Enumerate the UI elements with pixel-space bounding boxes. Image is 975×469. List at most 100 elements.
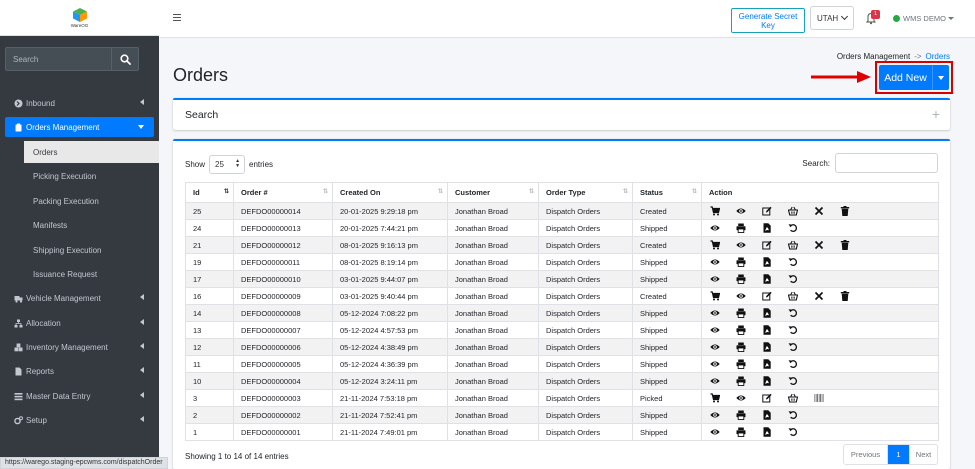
view-eye-action-button[interactable] xyxy=(703,408,729,422)
column-header-action[interactable]: Action xyxy=(701,182,939,203)
view-eye-action-button[interactable] xyxy=(728,238,754,252)
column-header-order[interactable]: Order # ⇅ xyxy=(233,182,333,203)
sidebar-item-inventory-management[interactable]: Inventory Management xyxy=(5,337,154,357)
table-search-input[interactable] xyxy=(835,153,938,173)
undo-action-button[interactable] xyxy=(780,272,806,286)
pdf-file-action-button[interactable] xyxy=(754,340,780,354)
add-new-button[interactable]: Add New xyxy=(879,65,949,90)
column-header-status[interactable]: Status ⇅ xyxy=(632,182,702,203)
view-eye-action-button[interactable] xyxy=(703,272,729,286)
basket-action-button[interactable] xyxy=(780,204,806,218)
column-header-order-type[interactable]: Order Type ⇅ xyxy=(538,182,633,203)
sidebar-item-allocation[interactable]: Allocation xyxy=(5,313,154,333)
sidebar-item-setup[interactable]: Setup xyxy=(5,410,154,430)
print-action-button[interactable] xyxy=(728,425,754,439)
pdf-file-action-button[interactable] xyxy=(754,374,780,388)
page-length-select[interactable]: 25 ▲ ▼ xyxy=(209,155,246,174)
column-header-created-on[interactable]: Created On ⇅ xyxy=(332,182,448,203)
pdf-file-action-button[interactable] xyxy=(754,323,780,337)
print-action-button[interactable] xyxy=(728,221,754,235)
sidebar-subitem-packing-execution[interactable]: Packing Execution xyxy=(24,190,159,212)
pdf-file-action-button[interactable] xyxy=(754,255,780,269)
pdf-file-action-button[interactable] xyxy=(754,221,780,235)
undo-action-button[interactable] xyxy=(780,340,806,354)
pagination-previous[interactable]: Previous xyxy=(844,445,888,464)
basket-action-button[interactable] xyxy=(780,238,806,252)
view-eye-action-button[interactable] xyxy=(728,204,754,218)
sidebar-search-input[interactable] xyxy=(5,47,111,71)
undo-action-button[interactable] xyxy=(780,306,806,320)
print-action-button[interactable] xyxy=(728,408,754,422)
pagination-page-1[interactable]: 1 xyxy=(888,445,909,464)
barcode-action-button[interactable] xyxy=(806,391,832,405)
caret-down-icon[interactable] xyxy=(938,75,944,80)
undo-action-button[interactable] xyxy=(780,221,806,235)
sidebar-item-orders-management[interactable]: Orders Management xyxy=(5,117,154,137)
edit-action-button[interactable] xyxy=(754,204,780,218)
undo-action-button[interactable] xyxy=(780,255,806,269)
undo-action-button[interactable] xyxy=(780,374,806,388)
sidebar-subitem-issuance-request[interactable]: Issuance Request xyxy=(24,263,159,285)
view-eye-action-button[interactable] xyxy=(703,323,729,337)
breadcrumb-parent[interactable]: Orders Management xyxy=(837,52,910,61)
view-eye-action-button[interactable] xyxy=(703,357,729,371)
cart-action-button[interactable] xyxy=(703,204,729,218)
breadcrumb-current[interactable]: Orders xyxy=(926,52,950,61)
undo-action-button[interactable] xyxy=(780,323,806,337)
sidebar-item-inbound[interactable]: Inbound xyxy=(5,93,154,113)
undo-action-button[interactable] xyxy=(780,357,806,371)
sidebar-subitem-manifests[interactable]: Manifests xyxy=(24,214,159,236)
edit-action-button[interactable] xyxy=(754,238,780,252)
edit-action-button[interactable] xyxy=(754,391,780,405)
pagination-next[interactable]: Next xyxy=(909,445,937,464)
column-header-customer[interactable]: Customer ⇅ xyxy=(447,182,539,203)
view-eye-action-button[interactable] xyxy=(703,255,729,269)
trash-action-button[interactable] xyxy=(832,204,858,218)
sidebar-item-vehicle-management[interactable]: Vehicle Management xyxy=(5,288,154,308)
print-action-button[interactable] xyxy=(728,255,754,269)
print-action-button[interactable] xyxy=(728,306,754,320)
cancel-x-action-button[interactable] xyxy=(806,238,832,252)
user-menu[interactable]: WMS DEMO xyxy=(893,12,954,24)
brand-logo[interactable]: WareOG xyxy=(0,0,159,36)
pdf-file-action-button[interactable] xyxy=(754,272,780,286)
trash-action-button[interactable] xyxy=(832,289,858,303)
trash-action-button[interactable] xyxy=(832,238,858,252)
sidebar-search-button[interactable] xyxy=(111,47,139,71)
view-eye-action-button[interactable] xyxy=(728,289,754,303)
hamburger-menu-icon[interactable] xyxy=(173,14,181,21)
view-eye-action-button[interactable] xyxy=(728,391,754,405)
cancel-x-action-button[interactable] xyxy=(806,204,832,218)
location-select[interactable]: UTAH xyxy=(810,6,854,30)
print-action-button[interactable] xyxy=(728,374,754,388)
column-header-id[interactable]: Id ⇅ xyxy=(185,182,234,203)
view-eye-action-button[interactable] xyxy=(703,221,729,235)
pdf-file-action-button[interactable] xyxy=(754,306,780,320)
undo-action-button[interactable] xyxy=(780,425,806,439)
pdf-file-action-button[interactable] xyxy=(754,357,780,371)
pdf-file-action-button[interactable] xyxy=(754,408,780,422)
sidebar-subitem-picking-execution[interactable]: Picking Execution xyxy=(24,165,159,187)
basket-action-button[interactable] xyxy=(780,289,806,303)
cart-action-button[interactable] xyxy=(703,289,729,303)
basket-action-button[interactable] xyxy=(780,391,806,405)
sidebar-item-master-data-entry[interactable]: Master Data Entry xyxy=(5,386,154,406)
view-eye-action-button[interactable] xyxy=(703,306,729,320)
sidebar-subitem-orders[interactable]: Orders xyxy=(24,141,159,163)
search-panel[interactable]: Search + xyxy=(173,98,950,130)
sidebar-subitem-shipping-execution[interactable]: Shipping Execution xyxy=(24,239,159,261)
view-eye-action-button[interactable] xyxy=(703,425,729,439)
pdf-file-action-button[interactable] xyxy=(754,425,780,439)
sidebar-item-reports[interactable]: Reports xyxy=(5,361,154,381)
undo-action-button[interactable] xyxy=(780,408,806,422)
edit-action-button[interactable] xyxy=(754,289,780,303)
cart-action-button[interactable] xyxy=(703,391,729,405)
print-action-button[interactable] xyxy=(728,357,754,371)
view-eye-action-button[interactable] xyxy=(703,374,729,388)
print-action-button[interactable] xyxy=(728,340,754,354)
print-action-button[interactable] xyxy=(728,272,754,286)
cart-action-button[interactable] xyxy=(703,238,729,252)
print-action-button[interactable] xyxy=(728,323,754,337)
view-eye-action-button[interactable] xyxy=(703,340,729,354)
generate-secret-key-button[interactable]: Generate Secret Key xyxy=(731,8,805,33)
